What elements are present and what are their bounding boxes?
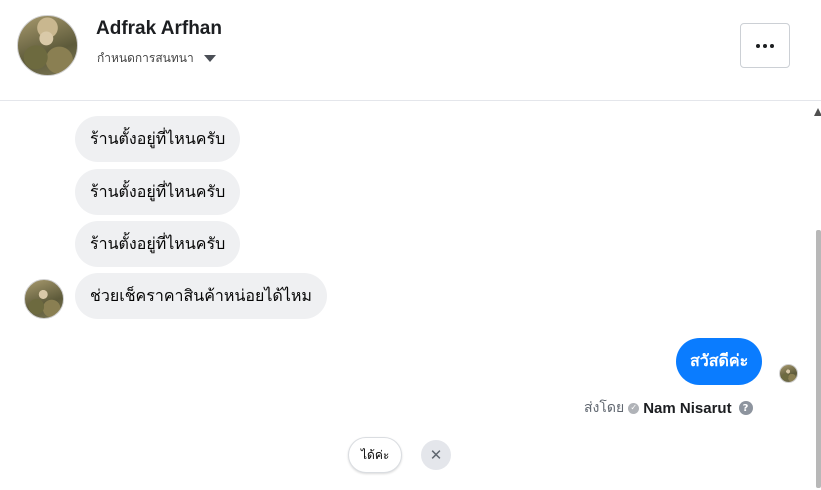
more-dots-icon-dot-2 (763, 43, 767, 48)
scroll-up-arrow-icon[interactable] (814, 108, 821, 116)
incoming-message[interactable]: ร้านตั้งอยู่ที่ไหนครับ (75, 169, 241, 215)
help-icon[interactable]: ? (738, 401, 753, 415)
more-options-button[interactable] (740, 23, 790, 68)
conversation-schedule-label: กำหนดการสนทนา (97, 51, 194, 65)
sent-by-info: ส่งโดย ✓ Nam Nisarut ? (584, 397, 753, 419)
contact-avatar-small[interactable] (24, 279, 64, 319)
conversation-header: Adfrak Arfhan กำหนดการสนทนา (0, 0, 821, 101)
read-receipt-avatar (779, 364, 798, 383)
sender-name[interactable]: Nam Nisarut (643, 400, 731, 417)
message-thread[interactable]: ร้านตั้งอยู่ที่ไหนครับ ร้านตั้งอยู่ที่ไห… (0, 101, 810, 490)
incoming-message[interactable]: ช่วยเช็คราคาสินค้าหน่อยได้ไหม (75, 273, 327, 319)
contact-avatar[interactable] (17, 15, 78, 76)
more-dots-icon-dot-3 (770, 43, 774, 48)
check-circle-icon: ✓ (628, 402, 640, 414)
quick-reply-button[interactable]: ได้ค่ะ (348, 437, 403, 473)
contact-name[interactable]: Adfrak Arfhan (96, 18, 222, 40)
scrollbar-thumb[interactable] (816, 230, 821, 488)
close-icon[interactable]: ✕ (421, 440, 451, 470)
more-dots-icon (756, 43, 760, 48)
outgoing-message[interactable]: สวัสดีค่ะ (676, 338, 763, 385)
caret-down-icon (203, 55, 216, 62)
conversation-schedule-dropdown[interactable]: กำหนดการสนทนา (97, 49, 216, 68)
sent-by-prefix: ส่งโดย (584, 400, 625, 416)
incoming-message[interactable]: ร้านตั้งอยู่ที่ไหนครับ (75, 116, 241, 162)
incoming-message[interactable]: ร้านตั้งอยู่ที่ไหนครับ (75, 221, 241, 267)
